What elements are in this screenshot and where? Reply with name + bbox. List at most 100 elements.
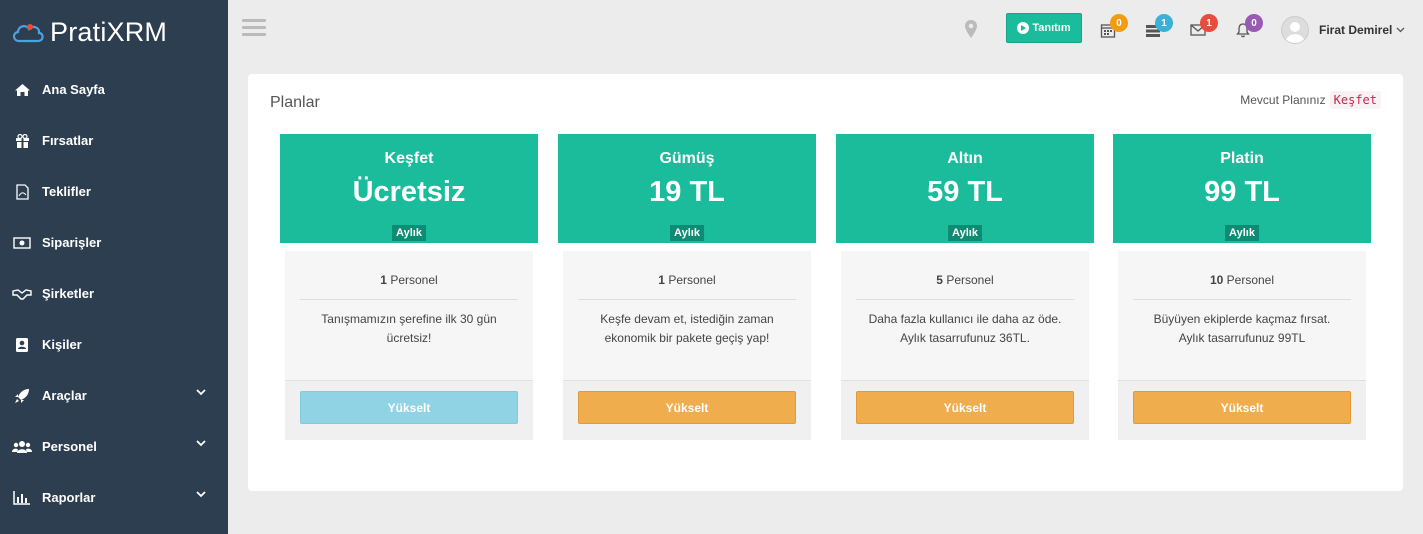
plan-staff: 1 Personel xyxy=(578,251,796,300)
plan-staff: 1 Personel xyxy=(300,251,518,300)
plan-description: Tanışmamızın şerefine ilk 30 gün ücretsi… xyxy=(300,300,518,348)
plan-price: 19 TL xyxy=(649,176,725,208)
plan-description-line: Aylık tasarrufunuz 36TL. xyxy=(900,331,1030,345)
sidebar-item-label: Şirketler xyxy=(42,286,95,301)
plan-price: 59 TL xyxy=(927,176,1003,208)
plans-panel: Planlar Mevcut Planınız Keşfet Keşfet Üc… xyxy=(248,74,1403,491)
plan-description-line: Keşfe devam et, istediğin zaman xyxy=(600,312,774,326)
avatar xyxy=(1281,16,1309,44)
plan-header: Platin 99 TL Aylık xyxy=(1113,134,1371,243)
plan-card-platin: Platin 99 TL Aylık 10 Personel Büyüyen e… xyxy=(1113,134,1371,440)
user-menu[interactable]: Firat Demirel xyxy=(1281,16,1405,44)
messages-button[interactable]: 1 xyxy=(1190,14,1218,40)
plan-header: Keşfet Ücretsiz Aylık xyxy=(280,134,538,243)
plan-description-line: Büyüyen ekiplerde kaçmaz fırsat. xyxy=(1153,312,1331,326)
current-plan-value: Keşfet xyxy=(1329,91,1381,109)
play-icon xyxy=(1017,22,1030,34)
plan-header: Gümüş 19 TL Aylık xyxy=(558,134,816,243)
plan-staff-label: Personel xyxy=(390,273,438,287)
plan-name: Platin xyxy=(1220,150,1264,167)
plan-footer: Yükselt xyxy=(1118,380,1366,440)
plan-description: Keşfe devam et, istediğin zaman ekonomik… xyxy=(578,300,796,348)
calendar-badge: 0 xyxy=(1110,14,1128,32)
sidebar-item-raporlar[interactable]: Raporlar xyxy=(0,472,228,523)
plan-footer: Yükselt xyxy=(285,380,533,440)
chevron-down-icon xyxy=(196,440,206,447)
plan-body: 1 Personel Keşfe devam et, istediğin zam… xyxy=(563,251,811,380)
sidebar-item-sirketler[interactable]: Şirketler xyxy=(0,268,228,319)
plan-footer: Yükselt xyxy=(563,380,811,440)
logo-text: PratiXRM xyxy=(50,16,168,47)
plan-staff-count: 10 xyxy=(1209,273,1224,287)
upgrade-button[interactable]: Yükselt xyxy=(856,391,1074,424)
plan-body: 10 Personel Büyüyen ekiplerde kaçmaz fır… xyxy=(1118,251,1366,380)
chevron-down-icon xyxy=(196,389,206,396)
money-icon xyxy=(12,234,32,252)
plan-description-line: Aylık tasarrufunuz 99TL xyxy=(1178,331,1306,345)
plan-description-line: Tanışmamızın şerefine ilk 30 gün xyxy=(321,312,497,326)
upgrade-button[interactable]: Yükselt xyxy=(300,391,518,424)
current-plan: Mevcut Planınız Keşfet xyxy=(1240,91,1381,109)
user-name: Firat Demirel xyxy=(1319,23,1393,37)
tour-button[interactable]: Tanıtım xyxy=(1006,13,1082,43)
upgrade-button[interactable]: Yükselt xyxy=(1133,391,1351,424)
plan-staff: 10 Personel xyxy=(1133,251,1351,300)
plan-staff-label: Personel xyxy=(946,273,994,287)
plan-period: Aylık xyxy=(670,225,704,241)
tasks-badge: 1 xyxy=(1155,14,1173,32)
plan-name: Gümüş xyxy=(659,150,715,167)
contact-card-icon xyxy=(12,336,32,354)
messages-badge: 1 xyxy=(1200,14,1218,32)
plan-period: Aylık xyxy=(1225,225,1259,241)
plan-period: Aylık xyxy=(392,225,426,241)
plan-staff-count: 1 xyxy=(380,273,387,287)
plan-staff: 5 Personel xyxy=(856,251,1074,300)
gift-icon xyxy=(12,132,32,150)
calendar-button[interactable]: 0 xyxy=(1100,14,1128,40)
plan-staff-label: Personel xyxy=(668,273,716,287)
handshake-icon xyxy=(12,285,32,303)
plan-name: Keşfet xyxy=(384,150,434,167)
plan-header: Altın 59 TL Aylık xyxy=(836,134,1094,243)
sidebar-item-firsatlar[interactable]: Fırsatlar xyxy=(0,115,228,166)
sidebar-item-label: Personel xyxy=(42,439,97,454)
home-icon xyxy=(12,81,32,99)
plan-staff-count: 5 xyxy=(936,273,943,287)
current-plan-label: Mevcut Planınız xyxy=(1240,93,1326,107)
tasks-button[interactable]: 1 xyxy=(1145,14,1173,40)
sidebar-item-araclar[interactable]: Araçlar xyxy=(0,370,228,421)
users-icon xyxy=(12,438,32,456)
sidebar-item-label: Fırsatlar xyxy=(42,133,94,148)
sidebar-item-kisiler[interactable]: Kişiler xyxy=(0,319,228,370)
sidebar-item-label: Kişiler xyxy=(42,337,82,352)
sidebar-item-label: Ana Sayfa xyxy=(42,82,105,97)
plan-staff-count: 1 xyxy=(658,273,665,287)
plan-price: 99 TL xyxy=(1204,176,1280,208)
tour-button-label: Tanıtım xyxy=(1032,22,1071,34)
plan-description-line: ücretsiz! xyxy=(386,331,432,345)
notifications-button[interactable]: 0 xyxy=(1235,14,1263,40)
logo[interactable]: PratiXRM xyxy=(0,0,228,64)
sidebar-item-ana-sayfa[interactable]: Ana Sayfa xyxy=(0,64,228,115)
sidebar-item-label: Raporlar xyxy=(42,490,96,505)
sidebar-item-personel[interactable]: Personel xyxy=(0,421,228,472)
location-pin-icon[interactable] xyxy=(964,19,978,39)
plan-description: Büyüyen ekiplerde kaçmaz fırsat. Aylık t… xyxy=(1133,300,1351,348)
plan-period: Aylık xyxy=(948,225,982,241)
bar-chart-icon xyxy=(12,489,32,507)
cloud-logo-icon xyxy=(12,24,44,43)
topbar: Tanıtım 0 1 1 0 Firat Demirel xyxy=(228,0,1423,58)
sidebar-item-teklifler[interactable]: Teklifler xyxy=(0,166,228,217)
upgrade-button[interactable]: Yükselt xyxy=(578,391,796,424)
plan-card-altin: Altın 59 TL Aylık 5 Personel Daha fazla … xyxy=(836,134,1094,440)
menu-toggle-icon[interactable] xyxy=(242,19,266,39)
rocket-icon xyxy=(12,387,32,405)
plan-price: Ücretsiz xyxy=(352,176,466,208)
plan-body: 5 Personel Daha fazla kullanıcı ile daha… xyxy=(841,251,1089,380)
sidebar-item-siparisler[interactable]: Siparişler xyxy=(0,217,228,268)
plan-name: Altın xyxy=(947,150,983,167)
plan-card-kesfet: Keşfet Ücretsiz Aylık 1 Personel Tanışma… xyxy=(280,134,538,440)
plan-description-line: ekonomik bir pakete geçiş yap! xyxy=(604,331,770,345)
plan-staff-label: Personel xyxy=(1226,273,1275,287)
chevron-down-icon xyxy=(196,491,206,498)
